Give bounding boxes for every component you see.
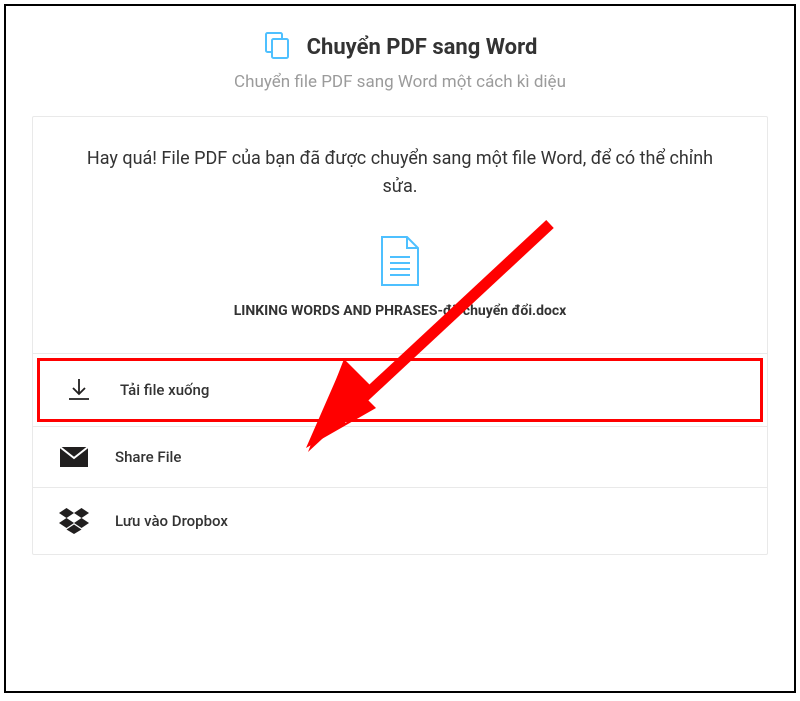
page-header: Chuyển PDF sang Word Chuyển file PDF san… [6,6,794,106]
envelope-icon [59,447,89,467]
page-subtitle: Chuyển file PDF sang Word một cách kì di… [6,72,794,92]
document-icon [379,272,421,291]
success-block: Hay quá! File PDF của bạn đã được chuyển… [33,117,767,354]
file-preview: LINKING WORDS AND PHRASES-đã chuyển đổi.… [73,235,727,319]
share-label: Share File [115,448,181,466]
page-title: Chuyển PDF sang Word [307,35,538,60]
share-button[interactable]: Share File [33,427,767,488]
success-message: Hay quá! File PDF của bạn đã được chuyển… [73,145,727,201]
download-row-container: Tải file xuống [33,358,767,427]
dropbox-icon [59,508,89,534]
dropbox-button[interactable]: Lưu vào Dropbox [33,488,767,554]
content-card: Hay quá! File PDF của bạn đã được chuyển… [32,116,768,555]
download-icon [64,377,94,403]
converted-filename: LINKING WORDS AND PHRASES-đã chuyển đổi.… [73,303,727,319]
dropbox-label: Lưu vào Dropbox [115,512,228,530]
download-button[interactable]: Tải file xuống [37,358,763,422]
copy-page-icon [263,30,293,64]
download-label: Tải file xuống [120,381,209,399]
